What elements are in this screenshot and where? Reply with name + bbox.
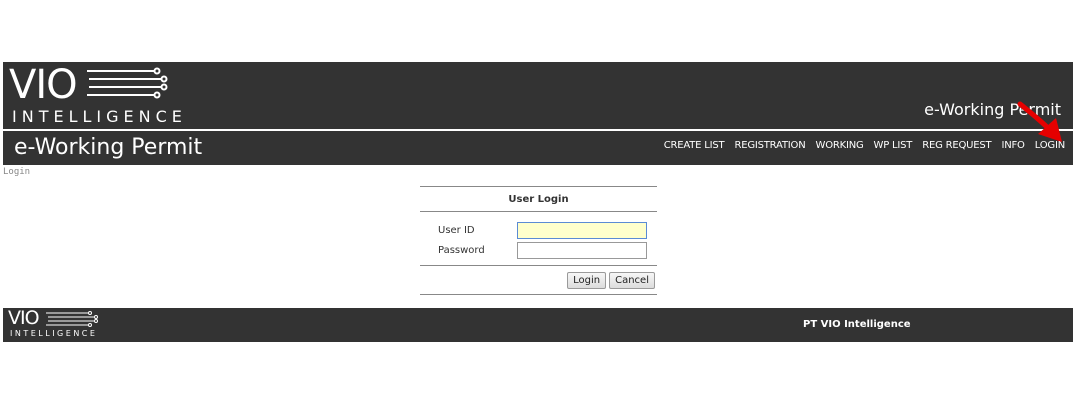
circuit-lines-icon xyxy=(87,67,168,99)
password-row: Password xyxy=(420,240,657,260)
login-form: User Login User ID Password Login Cancel xyxy=(420,186,657,295)
login-button[interactable]: Login xyxy=(567,272,607,289)
red-arrow-icon xyxy=(1017,101,1062,142)
header-banner: VIO INTELLIGENCE e-Working Permit xyxy=(3,62,1073,129)
password-input[interactable] xyxy=(517,242,647,259)
nav-registration[interactable]: REGISTRATION xyxy=(734,140,805,151)
password-label: Password xyxy=(438,245,485,256)
nav-reg-request[interactable]: REG REQUEST xyxy=(922,140,991,151)
nav-working[interactable]: WORKING xyxy=(816,140,864,151)
main-nav: CREATE LIST REGISTRATION WORKING WP LIST… xyxy=(654,140,1065,151)
footer: VIO INTELLIGENCE PT VIO Intelligence xyxy=(3,307,1073,342)
footer-logo-text: VIO xyxy=(8,307,40,329)
user-id-input[interactable] xyxy=(517,222,647,239)
footer-logo-subtitle: INTELLIGENCE xyxy=(10,329,98,338)
login-title: User Login xyxy=(508,194,569,205)
button-row: Login Cancel xyxy=(420,266,657,294)
logo-subtitle: INTELLIGENCE xyxy=(12,107,187,126)
cancel-button[interactable]: Cancel xyxy=(609,272,655,289)
company-name: PT VIO Intelligence xyxy=(803,319,911,330)
nav-bar: e-Working Permit CREATE LIST REGISTRATIO… xyxy=(3,131,1073,165)
nav-wp-list[interactable]: WP LIST xyxy=(874,140,913,151)
footer-logo[interactable]: VIO INTELLIGENCE xyxy=(8,307,103,338)
breadcrumb: Login xyxy=(3,167,31,177)
nav-create-list[interactable]: CREATE LIST xyxy=(664,140,725,151)
divider xyxy=(420,294,657,295)
user-id-row: User ID xyxy=(420,220,657,240)
user-id-label: User ID xyxy=(438,225,475,236)
app-title: e-Working Permit xyxy=(14,135,203,160)
